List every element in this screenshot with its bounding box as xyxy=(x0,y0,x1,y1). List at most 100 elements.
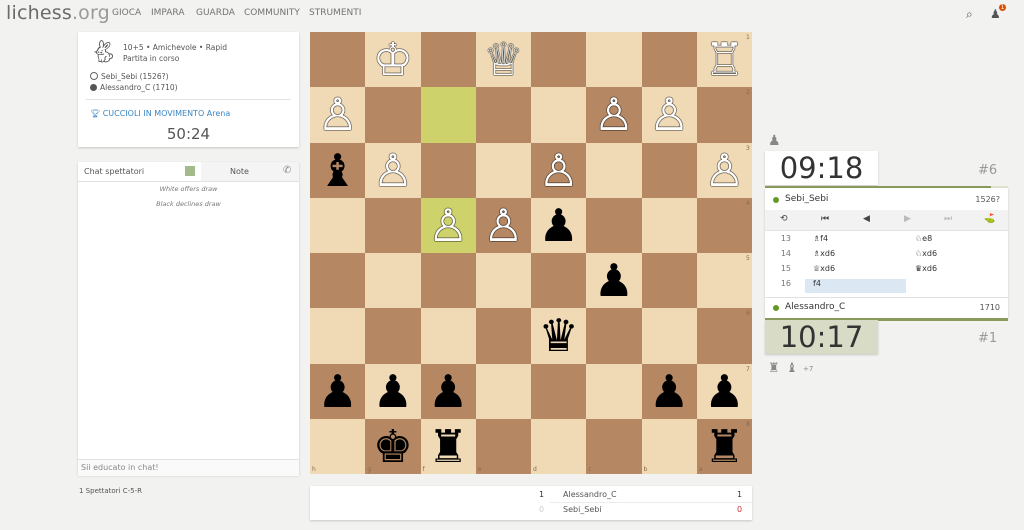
black-player-row[interactable]: Alessandro_C (1710) xyxy=(90,83,178,92)
square-h4[interactable] xyxy=(310,197,366,253)
square-a4[interactable] xyxy=(696,197,752,253)
square-f5[interactable] xyxy=(420,253,476,309)
white-piece-e1[interactable]: ♕ xyxy=(476,32,531,87)
square-a6[interactable] xyxy=(696,308,752,364)
square-c6[interactable] xyxy=(586,308,642,364)
chat-input[interactable]: Sii educato in chat! xyxy=(78,459,299,476)
square-e7[interactable] xyxy=(475,363,531,419)
white-move[interactable]: ♕xd6 xyxy=(813,264,835,273)
flip-board-icon[interactable]: ⟲ xyxy=(780,214,788,224)
square-b8[interactable] xyxy=(641,418,697,474)
nav-impara[interactable]: IMPARA xyxy=(151,8,184,18)
square-e2[interactable] xyxy=(475,87,531,143)
nav-guarda[interactable]: GUARDA xyxy=(196,8,235,18)
lichess-logo[interactable]: lichess.org xyxy=(6,2,110,24)
rank-label: 5 xyxy=(746,255,750,262)
black-piece-f7[interactable]: ♟ xyxy=(421,364,476,419)
square-f2[interactable] xyxy=(420,87,476,143)
white-piece-h2[interactable]: ♙ xyxy=(310,87,365,142)
top-player-row[interactable]: Sebi_Sebi 1526? xyxy=(765,190,1008,210)
square-d7[interactable] xyxy=(531,363,587,419)
black-piece-a7[interactable]: ♟ xyxy=(697,364,752,419)
nav-community[interactable]: COMMUNITY xyxy=(244,8,300,18)
black-move[interactable]: ♘e8 xyxy=(915,234,932,243)
search-icon[interactable]: ⌕ xyxy=(966,7,973,22)
square-f1[interactable] xyxy=(420,32,476,88)
white-move[interactable]: ♗f4 xyxy=(813,234,828,243)
square-g6[interactable] xyxy=(365,308,421,364)
white-piece-g1[interactable]: ♔ xyxy=(365,32,420,87)
square-h8[interactable] xyxy=(310,418,366,474)
analysis-icon[interactable]: ⛳ xyxy=(984,214,995,224)
square-a2[interactable] xyxy=(696,87,752,143)
black-piece-g7[interactable]: ♟ xyxy=(365,364,420,419)
white-piece-e4[interactable]: ♙ xyxy=(476,198,531,253)
square-h1[interactable] xyxy=(310,32,366,88)
square-b5[interactable] xyxy=(641,253,697,309)
black-piece-h3[interactable]: ♝ xyxy=(310,143,365,198)
square-a5[interactable] xyxy=(696,253,752,309)
white-piece-a1[interactable]: ♖ xyxy=(697,32,752,87)
bottom-player-row[interactable]: Alessandro_C 1710 xyxy=(765,298,1008,318)
tournament-link[interactable]: 🏆︎ CUCCIOLI IN MOVIMENTO Arena xyxy=(90,109,230,118)
nav-strumenti[interactable]: STRUMENTI xyxy=(309,8,361,18)
black-piece-d6[interactable]: ♛ xyxy=(531,308,586,363)
white-piece-d3[interactable]: ♙ xyxy=(531,143,586,198)
chat-toggle[interactable] xyxy=(185,166,195,176)
square-e8[interactable] xyxy=(475,418,531,474)
last-move-icon[interactable]: ⏭ xyxy=(944,214,952,224)
square-f3[interactable] xyxy=(420,142,476,198)
square-g5[interactable] xyxy=(365,253,421,309)
black-piece-h7[interactable]: ♟ xyxy=(310,364,365,419)
phone-icon[interactable]: ✆ xyxy=(283,165,291,176)
square-e3[interactable] xyxy=(475,142,531,198)
tab-chat[interactable]: Chat spettatori xyxy=(78,162,201,181)
black-piece-g8[interactable]: ♚ xyxy=(365,419,420,474)
score-name-2[interactable]: Sebi_Sebi xyxy=(563,505,602,514)
square-c8[interactable] xyxy=(586,418,642,474)
black-piece-b7[interactable]: ♟ xyxy=(642,364,697,419)
square-c4[interactable] xyxy=(586,197,642,253)
white-piece-g3[interactable]: ♙ xyxy=(365,143,420,198)
square-b4[interactable] xyxy=(641,197,697,253)
square-d8[interactable] xyxy=(531,418,587,474)
square-g2[interactable] xyxy=(365,87,421,143)
square-d5[interactable] xyxy=(531,253,587,309)
square-c7[interactable] xyxy=(586,363,642,419)
prev-move-icon[interactable]: ◀ xyxy=(863,214,870,224)
score-name-1[interactable]: Alessandro_C xyxy=(563,490,617,499)
square-d1[interactable] xyxy=(531,32,587,88)
square-c1[interactable] xyxy=(586,32,642,88)
white-piece-b2[interactable]: ♙ xyxy=(642,87,697,142)
square-h6[interactable] xyxy=(310,308,366,364)
square-e5[interactable] xyxy=(475,253,531,309)
square-f6[interactable] xyxy=(420,308,476,364)
black-piece-d4[interactable]: ♟ xyxy=(531,198,586,253)
white-player-row[interactable]: Sebi_Sebi (1526?) xyxy=(90,72,169,81)
chess-board[interactable]: ♔ ♕ ♖ ♙ ♙ ♙ ♝ ♙ ♙ ♙ ♙ ♙ ♟ ♟ ♛ ♟ ♟ ♟ ♟ ♟ ♚ ♜ ♜ xyxy=(310,32,752,474)
square-b1[interactable] xyxy=(641,32,697,88)
tab-notes[interactable]: Note xyxy=(230,167,249,176)
square-b3[interactable] xyxy=(641,142,697,198)
first-move-icon[interactable]: ⏮ xyxy=(821,214,829,224)
white-piece-f4[interactable]: ♙ xyxy=(421,198,476,253)
square-b6[interactable] xyxy=(641,308,697,364)
rank-label: 8 xyxy=(746,420,750,428)
square-e6[interactable] xyxy=(475,308,531,364)
square-d2[interactable] xyxy=(531,87,587,143)
white-move[interactable]: f4 xyxy=(813,279,821,288)
black-move[interactable]: ♛xd6 xyxy=(915,264,937,273)
black-piece-f8[interactable]: ♜ xyxy=(421,419,476,474)
white-move[interactable]: ♗xd6 xyxy=(813,249,835,258)
nav-gioca[interactable]: GIOCA xyxy=(112,8,141,18)
square-h5[interactable] xyxy=(310,253,366,309)
white-piece-a3[interactable]: ♙ xyxy=(697,143,752,198)
black-piece-a8[interactable]: ♜ xyxy=(697,419,752,474)
next-move-icon[interactable]: ▶ xyxy=(904,214,911,224)
rank-label: 6 xyxy=(746,310,750,318)
black-piece-c5[interactable]: ♟ xyxy=(586,253,641,308)
black-move[interactable]: ♘xd6 xyxy=(915,249,937,258)
white-piece-c2[interactable]: ♙ xyxy=(586,87,641,142)
square-g4[interactable] xyxy=(365,197,421,253)
square-c3[interactable] xyxy=(586,142,642,198)
